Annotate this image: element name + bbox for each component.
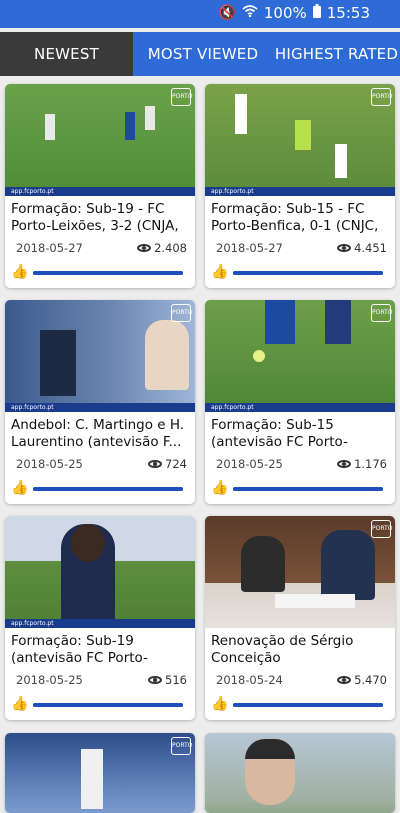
rating-fill [233, 487, 383, 491]
view-count: 4.451 [337, 241, 387, 255]
tab-most-viewed[interactable]: MOST VIEWED [133, 32, 273, 76]
thumbs-up-icon[interactable]: 👍 [11, 696, 28, 712]
battery-percent: 100% [263, 4, 307, 22]
club-logo: PORTO [371, 304, 392, 322]
rating-fill [233, 271, 383, 275]
video-date: 2018-05-27 [216, 241, 283, 255]
video-thumbnail[interactable]: PORTO app.fcporto.pt [5, 84, 195, 196]
video-date: 2018-05-25 [16, 457, 83, 471]
view-count: 5.470 [337, 673, 387, 687]
video-card[interactable]: PORTO app.fcporto.pt Formação: Sub-15 (a… [205, 300, 395, 504]
rating-fill [233, 703, 383, 707]
thumbs-up-icon[interactable]: 👍 [211, 696, 228, 712]
video-thumbnail[interactable]: PORTO app.fcporto.pt [205, 300, 395, 412]
view-count: 2.408 [137, 241, 187, 255]
rating-bar [33, 271, 183, 275]
video-card[interactable]: PORTO app.fcporto.pt Formação: Sub-19 - … [5, 84, 195, 288]
video-title: Formação: Sub-19 (antevisão FC Porto-Lei… [11, 633, 148, 666]
eye-icon [137, 244, 152, 252]
video-thumbnail[interactable]: PORTO [205, 516, 395, 628]
tab-highest-rated[interactable]: HIGHEST RATED [273, 32, 400, 76]
rating-bar [233, 487, 383, 491]
video-card[interactable]: PORTO app.fcporto.pt Formação: Sub-15 - … [205, 84, 395, 288]
status-bar: 🔇 100% 15:53 [0, 0, 400, 28]
video-date: 2018-05-24 [216, 673, 283, 687]
branding-strip: app.fcporto.pt [5, 403, 195, 412]
rating-bar [33, 703, 183, 707]
branding-strip: app.fcporto.pt [5, 187, 195, 196]
tab-newest[interactable]: NEWEST [0, 32, 133, 76]
video-thumbnail[interactable]: PORTO app.fcporto.pt [205, 84, 395, 196]
club-logo: PORTO [371, 520, 392, 538]
rating-bar [233, 703, 383, 707]
video-date: 2018-05-27 [16, 241, 83, 255]
video-card[interactable]: PORTO Renovação de Sérgio Conceição 2018… [205, 516, 395, 720]
branding-strip: app.fcporto.pt [205, 403, 395, 412]
club-logo: PORTO [171, 304, 192, 322]
video-thumbnail[interactable] [205, 733, 395, 813]
rating-fill [33, 271, 183, 275]
eye-icon [148, 676, 163, 684]
rating-bar [233, 271, 383, 275]
eye-icon [337, 676, 352, 684]
video-date: 2018-05-25 [216, 457, 283, 471]
mute-icon: 🔇 [218, 5, 236, 21]
video-card[interactable]: PORTO [5, 733, 195, 813]
video-title: Formação: Sub-19 - FC Porto-Leixões, 3-2… [11, 201, 179, 234]
branding-strip: app.fcporto.pt [5, 619, 195, 628]
video-title: Andebol: C. Martingo e H. Laurentino (an… [11, 417, 185, 450]
rating-fill [33, 703, 183, 707]
thumbs-up-icon[interactable]: 👍 [11, 264, 28, 280]
video-thumbnail[interactable]: PORTO [5, 733, 195, 813]
view-count: 516 [148, 673, 187, 687]
rating-bar [33, 487, 183, 491]
club-logo: PORTO [371, 88, 392, 106]
video-card[interactable]: PORTO app.fcporto.pt Andebol: C. Marting… [5, 300, 195, 504]
video-thumbnail[interactable]: PORTO app.fcporto.pt [5, 300, 195, 412]
tab-bar: NEWEST MOST VIEWED HIGHEST RATED [0, 32, 400, 76]
thumbs-up-icon[interactable]: 👍 [11, 480, 28, 496]
battery-icon [312, 4, 321, 22]
wifi-icon [242, 5, 258, 21]
video-card[interactable] [205, 733, 395, 813]
view-count: 1.176 [337, 457, 387, 471]
branding-strip: app.fcporto.pt [205, 187, 395, 196]
clock: 15:53 [326, 4, 370, 22]
club-logo: PORTO [171, 737, 192, 755]
video-card[interactable]: app.fcporto.pt Formação: Sub-19 (antevis… [5, 516, 195, 720]
rating-fill [33, 487, 183, 491]
video-title: Formação: Sub-15 - FC Porto-Benfica, 0-1… [211, 201, 379, 234]
video-date: 2018-05-25 [16, 673, 83, 687]
thumbs-up-icon[interactable]: 👍 [211, 480, 228, 496]
thumbs-up-icon[interactable]: 👍 [211, 264, 228, 280]
view-count: 724 [148, 457, 187, 471]
video-title: Formação: Sub-15 (antevisão FC Porto-Ben… [211, 417, 348, 450]
video-title: Renovação de Sérgio Conceição [211, 633, 354, 666]
club-logo: PORTO [171, 88, 192, 106]
video-thumbnail[interactable]: app.fcporto.pt [5, 516, 195, 628]
eye-icon [148, 460, 163, 468]
eye-icon [337, 460, 352, 468]
eye-icon [337, 244, 352, 252]
